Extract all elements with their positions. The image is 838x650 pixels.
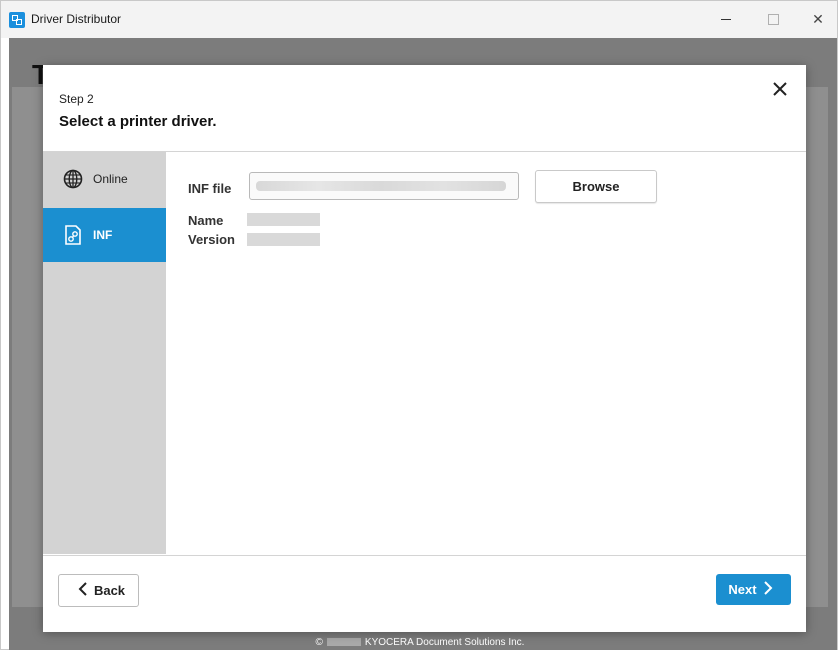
back-label: Back — [93, 583, 126, 598]
dialog-header: Step 2 Select a printer driver. — [43, 65, 806, 152]
sidebar-item-label: INF — [93, 228, 113, 242]
chevron-right-icon — [763, 580, 773, 599]
source-sidebar: Online INF — [43, 152, 166, 554]
company-name: KYOCERA Document Solutions Inc. — [364, 637, 525, 648]
inf-content-panel: INF file Browse Name Version — [167, 152, 806, 554]
window-close-button[interactable]: ✕ — [801, 7, 835, 31]
browse-button[interactable]: Browse — [535, 170, 657, 203]
next-label: Next — [728, 582, 757, 597]
dialog-close-button[interactable] — [768, 77, 792, 101]
sidebar-item-label: Online — [93, 172, 128, 186]
maximize-icon — [767, 13, 779, 25]
inf-file-field[interactable] — [249, 172, 519, 200]
window-title: Driver Distributor — [31, 12, 122, 26]
sidebar-item-online[interactable]: Online — [43, 152, 166, 206]
redacted-version-value — [247, 233, 320, 246]
close-icon: ✕ — [812, 10, 824, 27]
app-logo-icon — [9, 12, 25, 28]
redacted-year — [326, 638, 361, 647]
copyright-footer: © KYOCERA Document Solutions Inc. — [1, 637, 838, 648]
minimize-button[interactable] — [709, 7, 743, 31]
dialog-footer: Back Next — [43, 555, 806, 632]
select-driver-dialog: Step 2 Select a printer driver. Online I… — [43, 65, 806, 632]
redacted-file-path — [256, 181, 506, 191]
name-label: Name — [188, 213, 224, 228]
globe-icon — [63, 169, 83, 189]
redacted-name-value — [247, 213, 320, 226]
step-label: Step 2 — [59, 92, 94, 106]
next-button[interactable]: Next — [716, 574, 791, 605]
sidebar-item-inf[interactable]: INF — [43, 208, 166, 262]
inf-file-icon — [63, 225, 83, 245]
dialog-title: Select a printer driver. — [59, 113, 217, 130]
copyright-symbol: © — [315, 637, 323, 648]
maximize-button[interactable] — [756, 7, 790, 31]
minimize-icon — [721, 18, 731, 20]
inf-file-label: INF file — [188, 181, 232, 196]
chevron-left-icon — [78, 581, 88, 600]
version-label: Version — [188, 232, 235, 247]
title-bar: Driver Distributor ✕ — [1, 1, 837, 38]
back-button[interactable]: Back — [58, 574, 139, 607]
app-window: Driver Distributor ✕ T © KYOCERA Document… — [0, 0, 838, 650]
close-icon — [773, 82, 787, 96]
